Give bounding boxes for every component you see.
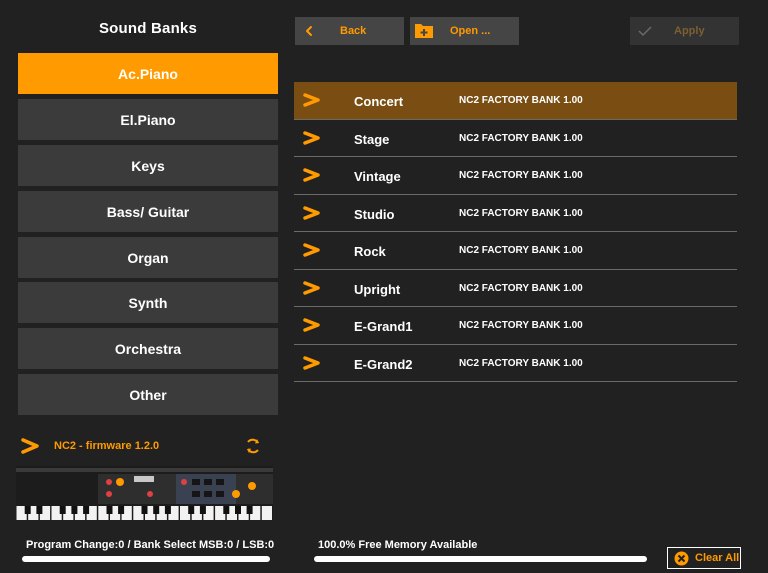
category-button[interactable]: El.Piano: [18, 99, 278, 140]
chevron-right-icon: [302, 242, 322, 263]
open-label: Open ...: [450, 25, 491, 37]
bank-source: NC2 FACTORY BANK 1.00: [459, 132, 583, 144]
back-button[interactable]: Back: [295, 17, 404, 45]
device-row[interactable]: NC2 - firmware 1.2.0: [18, 435, 278, 459]
back-label: Back: [340, 25, 367, 37]
category-button[interactable]: Synth: [18, 282, 278, 323]
open-button[interactable]: Open ...: [410, 17, 519, 45]
bank-row[interactable]: Rock NC2 FACTORY BANK 1.00: [294, 232, 737, 270]
bank-list: Concert NC2 FACTORY BANK 1.00 Stage NC2 FAC…: [294, 82, 737, 382]
chevron-right-icon: [302, 205, 322, 226]
bank-name: Rock: [354, 244, 386, 259]
bank-source: NC2 FACTORY BANK 1.00: [459, 207, 583, 219]
bank-source: NC2 FACTORY BANK 1.00: [459, 320, 583, 331]
chevron-right-icon: [302, 280, 322, 301]
bank-row[interactable]: Stage NC2 FACTORY BANK 1.00: [294, 120, 737, 157]
chevron-left-icon: [305, 25, 313, 40]
sound-banks-title: Sound Banks: [98, 20, 198, 37]
chevron-right-icon: [302, 355, 322, 376]
category-label: Organ: [127, 249, 169, 266]
bank-name: Studio: [354, 206, 395, 222]
memory-progress-bar: [314, 556, 647, 562]
category-button[interactable]: Keys: [18, 145, 278, 186]
chevron-right-icon: [302, 130, 322, 151]
category-label: Bass/ Guitar: [106, 203, 190, 220]
instrument-image: [16, 466, 273, 520]
bank-source: NC2 FACTORY BANK 1.00: [459, 245, 583, 256]
category-button[interactable]: Ac.Piano: [18, 53, 278, 94]
bank-source: NC2 FACTORY BANK 1.00: [459, 95, 583, 106]
category-label: Keys: [131, 157, 165, 174]
chevron-right-icon: [20, 437, 42, 460]
bank-name: E-Grand1: [354, 319, 413, 334]
folder-add-icon: [414, 21, 434, 43]
bank-source: NC2 FACTORY BANK 1.00: [459, 357, 583, 369]
bank-row[interactable]: Vintage NC2 FACTORY BANK 1.00: [294, 157, 737, 195]
bank-row[interactable]: Studio NC2 FACTORY BANK 1.00: [294, 195, 737, 232]
close-circle-icon: [674, 551, 689, 571]
bank-name: Vintage: [354, 169, 401, 184]
bank-name: Stage: [354, 131, 390, 147]
program-change-status: Program Change:0 / Bank Select MSB:0 / L…: [26, 539, 275, 551]
clear-all-label: Clear All: [695, 552, 740, 564]
category-button[interactable]: Other: [18, 374, 278, 415]
apply-label: Apply: [674, 25, 705, 37]
bank-row[interactable]: Upright NC2 FACTORY BANK 1.00: [294, 270, 737, 307]
category-button[interactable]: Orchestra: [18, 328, 278, 369]
bank-name: E-Grand2: [354, 356, 413, 372]
category-label: Other: [129, 386, 167, 403]
apply-button[interactable]: Apply: [630, 17, 739, 45]
bank-name: Concert: [354, 94, 404, 109]
chevron-right-icon: [302, 92, 322, 113]
bank-name: Upright: [354, 281, 401, 297]
category-label: El.Piano: [120, 111, 176, 128]
bank-source: NC2 FACTORY BANK 1.00: [459, 282, 583, 294]
checkmark-icon: [638, 25, 652, 40]
bank-row[interactable]: E-Grand2 NC2 FACTORY BANK 1.00: [294, 345, 737, 382]
memory-status: 100.0% Free Memory Available: [318, 539, 478, 551]
category-label: Ac.Piano: [118, 65, 178, 82]
bank-row[interactable]: E-Grand1 NC2 FACTORY BANK 1.00: [294, 307, 737, 345]
refresh-icon[interactable]: [244, 437, 262, 460]
category-button[interactable]: Organ: [18, 237, 278, 278]
category-label: Orchestra: [114, 340, 182, 357]
bank-source: NC2 FACTORY BANK 1.00: [459, 170, 583, 181]
category-button[interactable]: Bass/ Guitar: [18, 191, 278, 232]
bank-row[interactable]: Concert NC2 FACTORY BANK 1.00: [294, 82, 737, 120]
chevron-right-icon: [302, 167, 322, 188]
category-label: Synth: [128, 294, 168, 311]
device-firmware-label: NC2 - firmware 1.2.0: [54, 440, 160, 452]
program-progress-bar: [22, 556, 270, 562]
clear-all-button[interactable]: Clear All: [667, 547, 741, 569]
chevron-right-icon: [302, 317, 322, 338]
